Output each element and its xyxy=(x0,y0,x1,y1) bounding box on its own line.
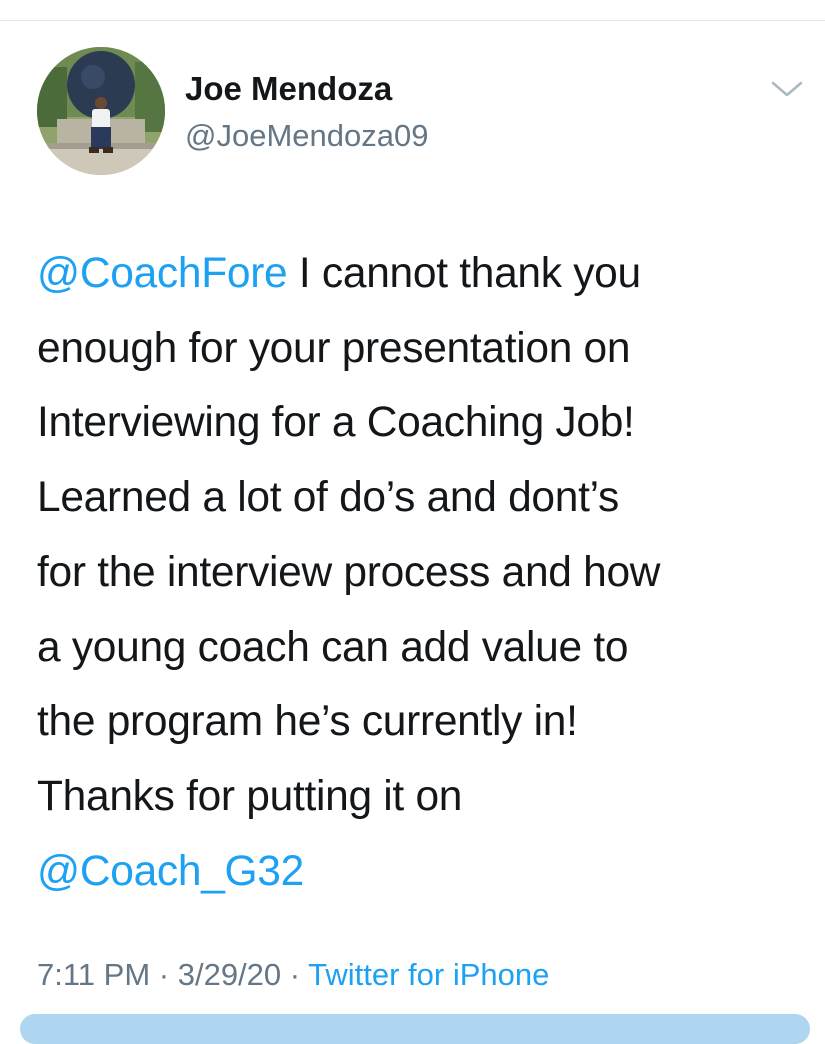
tweet-line: Learned a lot of do’s and dont’s xyxy=(37,474,619,522)
chevron-down-icon[interactable] xyxy=(770,78,804,100)
tweet-source-link[interactable]: Twitter for iPhone xyxy=(308,957,549,992)
tweet-date[interactable]: 3/29/20 xyxy=(178,957,281,992)
tweet-line-text: I cannot thank you xyxy=(287,250,641,297)
mention-link[interactable]: @CoachFore xyxy=(37,250,288,297)
meta-separator: · xyxy=(281,957,309,992)
author-handle[interactable]: @JoeMendoza09 xyxy=(185,118,428,154)
bottom-bar xyxy=(20,1014,810,1044)
tweet-line: Interviewing for a Coaching Job! xyxy=(37,399,635,447)
tweet-line: Thanks for putting it on xyxy=(37,772,463,820)
author-name[interactable]: Joe Mendoza xyxy=(185,70,392,108)
tweet-meta: 7:11 PM · 3/29/20 · Twitter for iPhone xyxy=(37,957,549,993)
tweet-line: a young coach can add value to xyxy=(37,623,629,671)
tweet-line: @CoachFore I cannot thank you xyxy=(37,237,812,312)
tweet-time[interactable]: 7:11 PM xyxy=(37,957,150,992)
mention-link[interactable]: @Coach_G32 xyxy=(37,848,304,895)
meta-separator: · xyxy=(150,957,178,992)
tweet-line: enough for your presentation on xyxy=(37,324,631,372)
avatar[interactable] xyxy=(37,47,165,175)
profile-photo xyxy=(37,47,165,175)
top-divider xyxy=(0,0,825,21)
tweet-text: @CoachFore I cannot thank you enough for… xyxy=(37,237,812,909)
tweet-line: the program he’s currently in! xyxy=(37,698,578,746)
tweet-line: for the interview process and how xyxy=(37,548,661,596)
tweet-line: @Coach_G32 xyxy=(37,835,812,910)
